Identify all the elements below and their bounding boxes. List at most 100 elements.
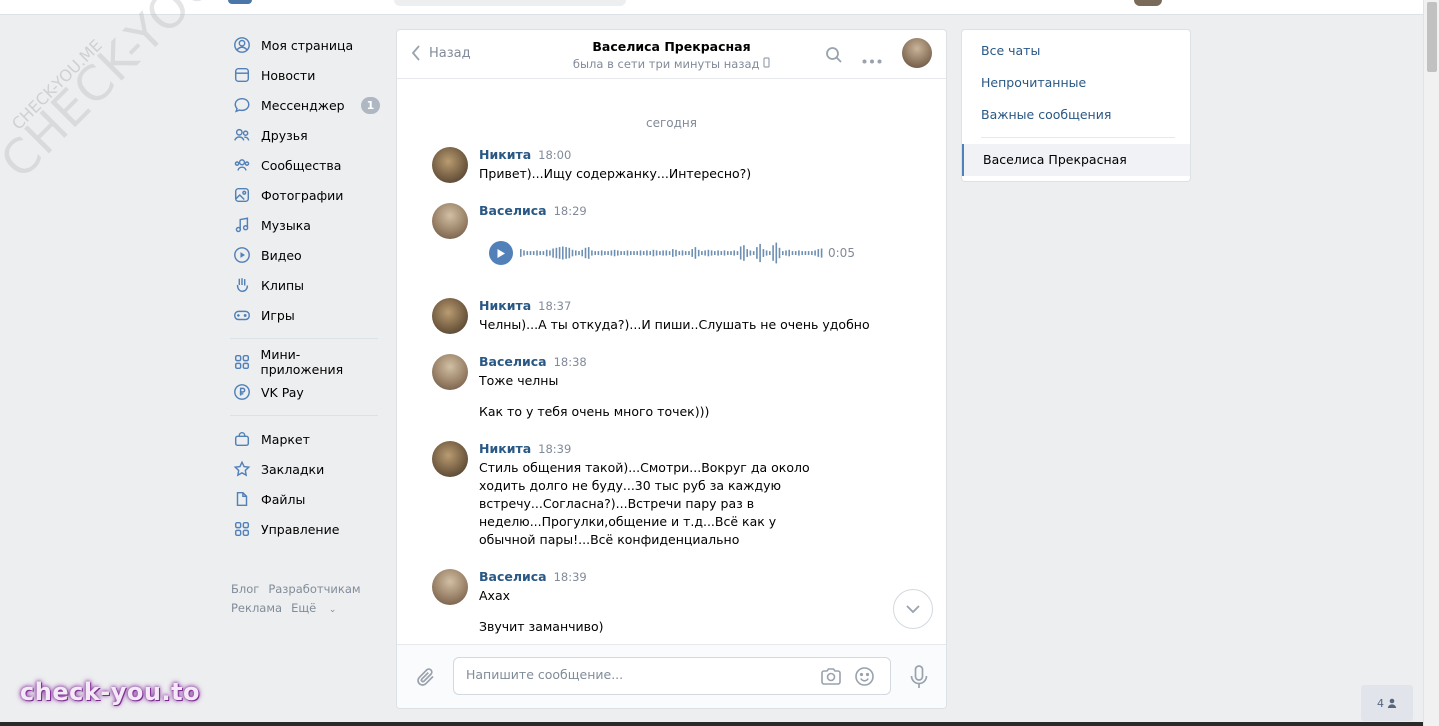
message-text: Стиль общения такой)...Смотри...Вокруг д… xyxy=(479,459,835,549)
waveform-bar xyxy=(727,251,729,255)
waveform-bar xyxy=(620,251,622,255)
voice-record-button[interactable] xyxy=(909,665,929,692)
voice-waveform[interactable] xyxy=(520,242,824,264)
message-input[interactable] xyxy=(466,667,806,682)
peer-avatar[interactable] xyxy=(902,38,932,68)
avatar[interactable] xyxy=(432,298,468,334)
waveform-bar xyxy=(820,248,823,258)
avatar[interactable] xyxy=(432,147,468,183)
footer-ads-link[interactable]: Реклама xyxy=(231,601,282,615)
emoji-button[interactable] xyxy=(854,666,875,690)
waveform-bar xyxy=(558,247,561,259)
online-count: 4 xyxy=(1377,696,1384,710)
page-scrollbar[interactable] xyxy=(1423,0,1439,726)
waveform-bar xyxy=(520,249,522,257)
waveform-bar xyxy=(665,250,668,256)
nav-item-vk-pay[interactable]: VK Pay xyxy=(230,377,380,407)
nav-item-bookmarks[interactable]: Закладки xyxy=(230,454,380,484)
top-search-input[interactable] xyxy=(394,0,626,6)
waveform-bar xyxy=(759,243,761,263)
voice-duration: 0:05 xyxy=(828,246,855,260)
waveform-bar xyxy=(587,247,590,259)
waveform-bar xyxy=(542,251,545,255)
waveform-bar xyxy=(736,251,739,255)
waveform-bar xyxy=(604,251,606,255)
panel-divider xyxy=(981,137,1175,138)
vk-logo-icon[interactable] xyxy=(228,0,252,4)
chat-more-button[interactable] xyxy=(862,52,882,67)
star-icon xyxy=(232,459,252,479)
play-button[interactable] xyxy=(489,241,513,265)
waveform-bar xyxy=(749,250,752,256)
message-time: 18:29 xyxy=(553,204,587,218)
avatar[interactable] xyxy=(432,354,468,390)
nav-item-communities[interactable]: Сообщества xyxy=(230,150,380,180)
nav-item-photos[interactable]: Фотографии xyxy=(230,180,380,210)
message-author[interactable]: Никита xyxy=(479,147,531,162)
scrollbar-thumb[interactable] xyxy=(1427,2,1437,72)
waveform-bar xyxy=(607,251,609,255)
nav-item-video[interactable]: Видео xyxy=(230,240,380,270)
nav-item-mini-apps[interactable]: Мини-приложения xyxy=(230,347,380,377)
nav-item-games[interactable]: Игры xyxy=(230,300,380,330)
online-friends-button[interactable]: 4 xyxy=(1361,685,1413,721)
filter-important[interactable]: Важные сообщения xyxy=(962,99,1190,131)
active-chat-item[interactable]: Васелиса Прекрасная xyxy=(962,144,1190,176)
message-author[interactable]: Никита xyxy=(479,298,531,313)
footer-more-link[interactable]: Ещё ⌄ xyxy=(291,601,345,615)
waveform-bar xyxy=(691,249,693,257)
message-author[interactable]: Васелиса xyxy=(479,354,547,369)
watermark-small: CHECK-YOU.ME xyxy=(8,35,106,134)
waveform-bar xyxy=(746,249,748,257)
footer-developers-link[interactable]: Разработчикам xyxy=(268,582,360,596)
message-author[interactable]: Васелиса xyxy=(479,569,547,584)
avatar[interactable] xyxy=(432,569,468,605)
communities-icon xyxy=(232,155,252,175)
nav-item-friends[interactable]: Друзья xyxy=(230,120,380,150)
waveform-bar xyxy=(701,251,703,255)
waveform-bar xyxy=(733,250,735,256)
filter-unread[interactable]: Непрочитанные xyxy=(962,67,1190,99)
nav-item-market[interactable]: Маркет xyxy=(230,424,380,454)
nav-item-manage[interactable]: Управление xyxy=(230,514,380,544)
profile-avatar[interactable] xyxy=(1134,0,1162,6)
waveform-bar xyxy=(594,251,596,255)
waveform-bar xyxy=(782,251,784,255)
message-time: 18:37 xyxy=(538,299,572,313)
nav-item-music[interactable]: Музыка xyxy=(230,210,380,240)
message-line: Как то у тебя очень много точек))) xyxy=(479,404,710,419)
message-text: Тоже челны Как то у тебя очень много точ… xyxy=(479,372,839,421)
message-author[interactable]: Васелиса xyxy=(479,203,547,218)
avatar[interactable] xyxy=(432,203,468,239)
waveform-bar xyxy=(568,247,571,259)
waveform-bar xyxy=(646,250,648,256)
chat-search-button[interactable] xyxy=(825,46,843,67)
nav-label: VK Pay xyxy=(261,384,304,400)
waveform-bar xyxy=(549,250,551,256)
nav-item-files[interactable]: Файлы xyxy=(230,484,380,514)
nav-item-messenger[interactable]: Мессенджер 1 xyxy=(230,90,380,120)
nav-item-news[interactable]: Новости xyxy=(230,60,380,90)
left-nav: Моя страница Новости Мессенджер 1 Друзья… xyxy=(230,30,380,544)
camera-button[interactable] xyxy=(820,667,842,689)
waveform-bar xyxy=(639,250,642,256)
message-composer xyxy=(397,644,946,708)
nav-item-my-page[interactable]: Моя страница xyxy=(230,30,380,60)
message-history[interactable]: сегодня Никита 18:00 Привет)...Ищу содерж… xyxy=(397,80,946,646)
waveform-bar xyxy=(532,251,535,255)
scroll-down-button[interactable] xyxy=(893,589,933,629)
footer-links: Блог Разработчикам Реклама Ещё ⌄ xyxy=(231,580,391,620)
nav-label: Музыка xyxy=(261,217,311,233)
footer-blog-link[interactable]: Блог xyxy=(231,582,259,596)
filter-all-chats[interactable]: Все чаты xyxy=(962,35,1190,67)
message-text: Привет)...Ищу содержанку...Интересно?) xyxy=(479,165,839,183)
attach-button[interactable] xyxy=(415,666,437,691)
nav-item-clips[interactable]: Клипы xyxy=(230,270,380,300)
waveform-bar xyxy=(529,251,532,255)
waveform-bar xyxy=(584,247,587,259)
gamepad-icon xyxy=(232,305,252,325)
message-author[interactable]: Никита xyxy=(479,441,531,456)
nav-divider xyxy=(230,415,378,416)
waveform-bar xyxy=(756,247,758,259)
avatar[interactable] xyxy=(432,441,468,477)
